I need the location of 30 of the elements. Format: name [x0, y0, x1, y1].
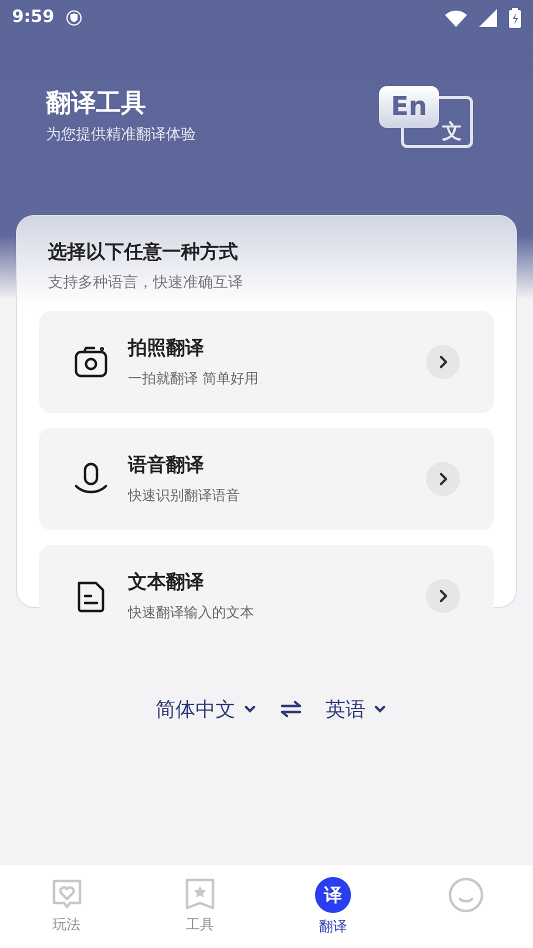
caret-icon — [374, 705, 386, 713]
option-description: 一拍就翻译 简单好用 — [128, 370, 260, 389]
chevron-right-icon — [426, 345, 460, 379]
chevron-right-icon — [426, 579, 460, 613]
nav-tab[interactable]: 译 翻译 — [266, 877, 400, 948]
panel-subtitle: 支持多种语言，快速准确互译 — [47, 272, 244, 292]
translate-option-card[interactable]: 拍照翻译 一拍就翻译 简单好用 — [39, 311, 494, 413]
status-time: 9:59 — [12, 6, 54, 30]
signal-icon — [479, 9, 497, 27]
option-description: 快速识别翻译语音 — [128, 486, 241, 506]
swap-icon[interactable] — [280, 700, 302, 718]
option-description: 快速翻译输入的文本 — [128, 604, 255, 623]
camera-icon — [73, 344, 109, 380]
option-title: 语音翻译 — [128, 453, 205, 478]
shield-icon — [66, 10, 82, 26]
logo-english-tile: En — [379, 86, 439, 128]
option-title: 文本翻译 — [128, 570, 205, 596]
battery-icon — [509, 8, 521, 28]
caret-icon — [244, 705, 256, 713]
smiley-icon — [448, 877, 484, 913]
target-language-dropdown[interactable]: 英语 — [326, 694, 386, 724]
translate-option-card[interactable]: 语音翻译 快速识别翻译语音 — [39, 428, 494, 530]
wifi-icon — [445, 10, 467, 26]
chevron-right-icon — [426, 462, 460, 496]
panel-title: 选择以下任意一种方式 — [47, 240, 239, 265]
page-subtitle: 为您提供精准翻译体验 — [46, 124, 196, 145]
page-title: 翻译工具 — [46, 90, 147, 115]
translate-badge-icon: 译 — [315, 877, 352, 913]
option-title: 拍照翻译 — [128, 336, 205, 362]
source-language-dropdown[interactable]: 简体中文 — [156, 694, 256, 724]
